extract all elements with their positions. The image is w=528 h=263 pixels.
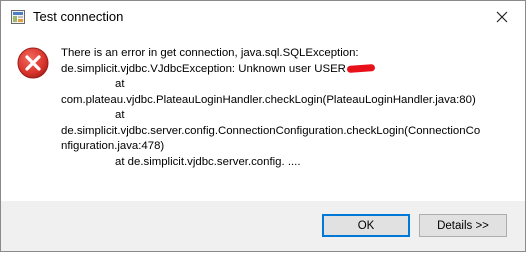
close-button[interactable]	[479, 1, 525, 33]
ok-button[interactable]: OK	[322, 214, 410, 237]
message-line: There is an error in get connection, jav…	[61, 47, 359, 59]
database-connection-icon	[11, 10, 25, 24]
error-dialog: Test connection There is an error in get	[0, 0, 526, 252]
message-line: com.plateau.vjdbc.PlateauLoginHandler.ch…	[61, 93, 476, 106]
title-bar[interactable]: Test connection	[1, 1, 525, 33]
redaction-mark	[346, 64, 376, 73]
message-line: de.simplicit.vjdbc.VJdbcException: Unkno…	[61, 62, 516, 78]
message-line: at de.simplicit.vjdbc.server.config. ...…	[115, 155, 301, 168]
message-line: at	[115, 78, 125, 90]
message-text: de.simplicit.vjdbc.VJdbcException: Unkno…	[61, 62, 346, 75]
message-line: de.simplicit.vjdbc.server.config.Connect…	[61, 124, 481, 137]
error-message: There is an error in get connection, jav…	[61, 46, 516, 170]
details-button[interactable]: Details >>	[419, 214, 507, 237]
message-line: at	[115, 109, 125, 121]
button-bar: OK Details >>	[1, 201, 525, 251]
window-title: Test connection	[33, 9, 124, 24]
error-icon	[17, 47, 49, 79]
close-icon	[496, 11, 508, 23]
message-line: nfiguration.java:478)	[61, 140, 165, 152]
